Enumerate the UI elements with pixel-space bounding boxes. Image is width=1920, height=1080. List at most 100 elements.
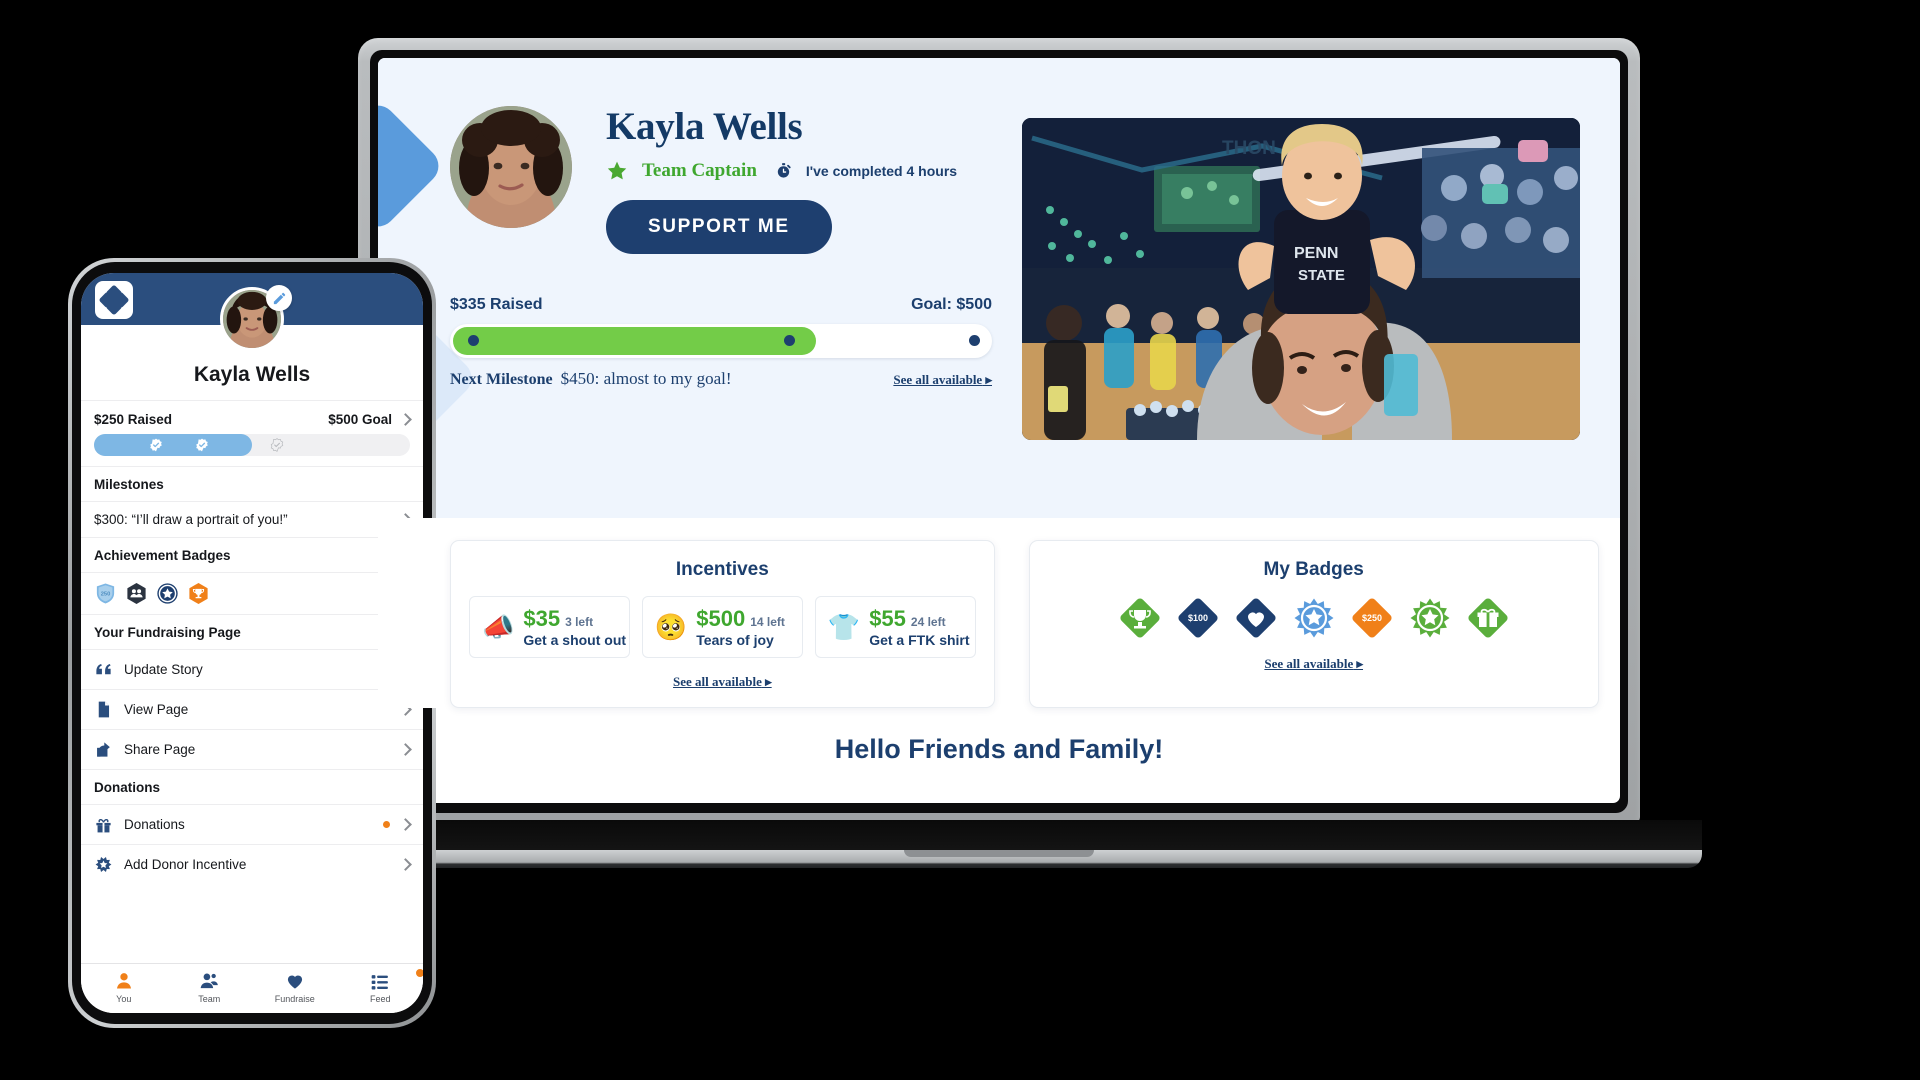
role-badge: Team Captain [642, 159, 757, 181]
svg-text:STATE: STATE [1298, 267, 1345, 284]
notification-dot [383, 821, 390, 828]
goal-amount: Goal: $500 [911, 295, 992, 313]
progress-bar[interactable] [450, 323, 992, 358]
phone-menu-item[interactable]: Share Page [81, 729, 423, 769]
phone-tab-label: You [116, 994, 132, 1004]
phone-tab-label: Feed [369, 994, 391, 1004]
shield-250-badge[interactable]: 250 [94, 582, 117, 605]
phone-menu-item[interactable]: $300: “I’ll draw a portrait of you!” [81, 501, 423, 537]
gift-icon [94, 815, 113, 834]
milestone-marker [468, 334, 479, 346]
laptop-device: Kayla Wells Team Captain I've completed … [296, 38, 1702, 913]
milestone-marker [784, 334, 795, 346]
incentive-description: Get a FTK shirt [869, 632, 970, 648]
phone-menu-item[interactable]: View Page [81, 689, 423, 729]
phone-menu-label: Share Page [124, 742, 196, 757]
laptop-screen: Kayla Wells Team Captain I've completed … [378, 58, 1620, 803]
incentive-amount: $55 [869, 606, 906, 631]
person-icon [81, 970, 167, 992]
page-icon [94, 700, 113, 719]
milestones-see-all-link[interactable]: See all available ▸ [893, 372, 992, 388]
trophy-diamond-badge[interactable] [1118, 596, 1162, 640]
trophy-hex-badge[interactable] [187, 582, 210, 605]
incentive-item[interactable]: 👕 $55 24 left Get a FTK shirt [814, 596, 976, 658]
phone-progress-header[interactable]: $250 Raised $500 Goal [81, 400, 423, 434]
phone-menu-label: Add Donor Incentive [124, 857, 247, 872]
phone-menu-item[interactable]: Donations [81, 804, 423, 844]
incentive-remaining: 24 left [910, 615, 946, 629]
tshirt-icon: 👕 [827, 612, 861, 642]
incentives-list: 📣 $35 3 left Get a shout out 🥺 $500 14 left Tea… [469, 596, 976, 658]
incentive-item[interactable]: 📣 $35 3 left Get a shout out [469, 596, 630, 658]
stopwatch-icon [775, 162, 792, 179]
heart-diamond-badge[interactable] [1234, 596, 1278, 640]
notification-dot [416, 969, 423, 977]
phone-tab-team[interactable]: Team [167, 970, 253, 1004]
svg-text:PENN: PENN [1294, 245, 1338, 262]
story-heading: Hello Friends and Family! [378, 708, 1620, 781]
share-icon [94, 740, 113, 759]
amount-raised: $335 Raised [450, 295, 543, 313]
app-logo[interactable] [95, 281, 133, 319]
phone-screen: Kayla Wells $250 Raised $500 Goal Milest… [81, 273, 423, 1013]
phone-section-heading: Donations [81, 769, 423, 804]
chevron-right-icon [399, 858, 412, 871]
pleading-face-icon: 🥺 [654, 612, 688, 642]
incentives-title: Incentives [675, 559, 769, 580]
svg-text:$100: $100 [1188, 613, 1208, 623]
two-fifty-dollar-badge[interactable]: $250 [1350, 596, 1394, 640]
incentive-amount: $500 [696, 606, 746, 631]
star-badge-icon [94, 855, 113, 874]
avatar [450, 106, 572, 228]
chevron-right-icon [399, 743, 412, 756]
badges-list: $100 $250 [1048, 596, 1580, 640]
chevron-right-icon [399, 413, 412, 426]
phone-tab-fundraise[interactable]: Fundraise [252, 970, 338, 1004]
hundred-dollar-badge[interactable]: $100 [1176, 596, 1220, 640]
phone-menu-label: Donations [124, 817, 185, 832]
incentive-amount: $35 [523, 606, 561, 631]
milestone-check-icon [149, 438, 163, 452]
chevron-right-icon [399, 818, 412, 831]
heart-icon [252, 970, 338, 992]
hours-completed: I've completed 4 hours [805, 162, 958, 179]
badges-title: My Badges [1263, 559, 1364, 580]
next-milestone-label: Next Milestone [450, 370, 553, 388]
blue-star-rosette-badge[interactable] [1292, 596, 1336, 640]
badges-card: My Badges $100 $250 See all available ▸ [1028, 540, 1599, 708]
phone-content: $250 Raised $500 Goal Milestones $300: “… [81, 400, 423, 963]
svg-text:250: 250 [101, 591, 111, 597]
support-me-button[interactable]: SUPPORT ME [606, 199, 832, 254]
phone-tab-bar: You Team Fundraise Feed [81, 963, 423, 1013]
phone-progress-bar[interactable] [94, 434, 410, 456]
phone-section-heading: Milestones [81, 466, 423, 501]
star-circle-badge[interactable] [156, 582, 179, 605]
incentive-item[interactable]: 🥺 $500 14 left Tears of joy [641, 596, 803, 658]
page-title: Kayla Wells [606, 105, 803, 148]
gift-diamond-badge[interactable] [1466, 596, 1510, 640]
phone-section-heading: Achievement Badges [81, 537, 423, 572]
hero-section: Kayla Wells Team Captain I've completed … [378, 58, 1620, 518]
incentives-card: Incentives 📣 $35 3 left Get a shout out 🥺 $50… [450, 540, 995, 708]
phone-section-heading: Your Fundraising Page [81, 614, 423, 649]
milestone-locked-icon [270, 438, 284, 452]
laptop-lid: Kayla Wells Team Captain I've completed … [358, 38, 1640, 823]
incentives-see-all-link[interactable]: See all available ▸ [673, 674, 772, 689]
phone-menu-label: Update Story [124, 662, 203, 677]
phone-tab-you[interactable]: You [81, 970, 167, 1004]
milestone-check-icon [195, 438, 209, 452]
team-hex-badge[interactable] [125, 582, 148, 605]
phone-menu-item[interactable]: Update Story [81, 649, 423, 689]
badges-see-all-link[interactable]: See all available ▸ [1264, 656, 1363, 671]
phone-tab-feed[interactable]: Feed [338, 969, 423, 1004]
phone-tab-label: Team [198, 994, 221, 1004]
pencil-icon[interactable] [266, 285, 292, 311]
laptop-base [296, 820, 1702, 868]
phone-achievement-badges-row[interactable]: 250 [81, 572, 423, 614]
list-icon [338, 969, 423, 992]
incentive-remaining: 3 left [565, 615, 594, 629]
green-star-rosette-badge[interactable] [1408, 596, 1452, 640]
phone-menu-item[interactable]: Add Donor Incentive [81, 844, 423, 884]
phone-goal-amount: $500 Goal [328, 412, 392, 427]
next-milestone-value: $450: almost to my goal! [560, 368, 732, 388]
